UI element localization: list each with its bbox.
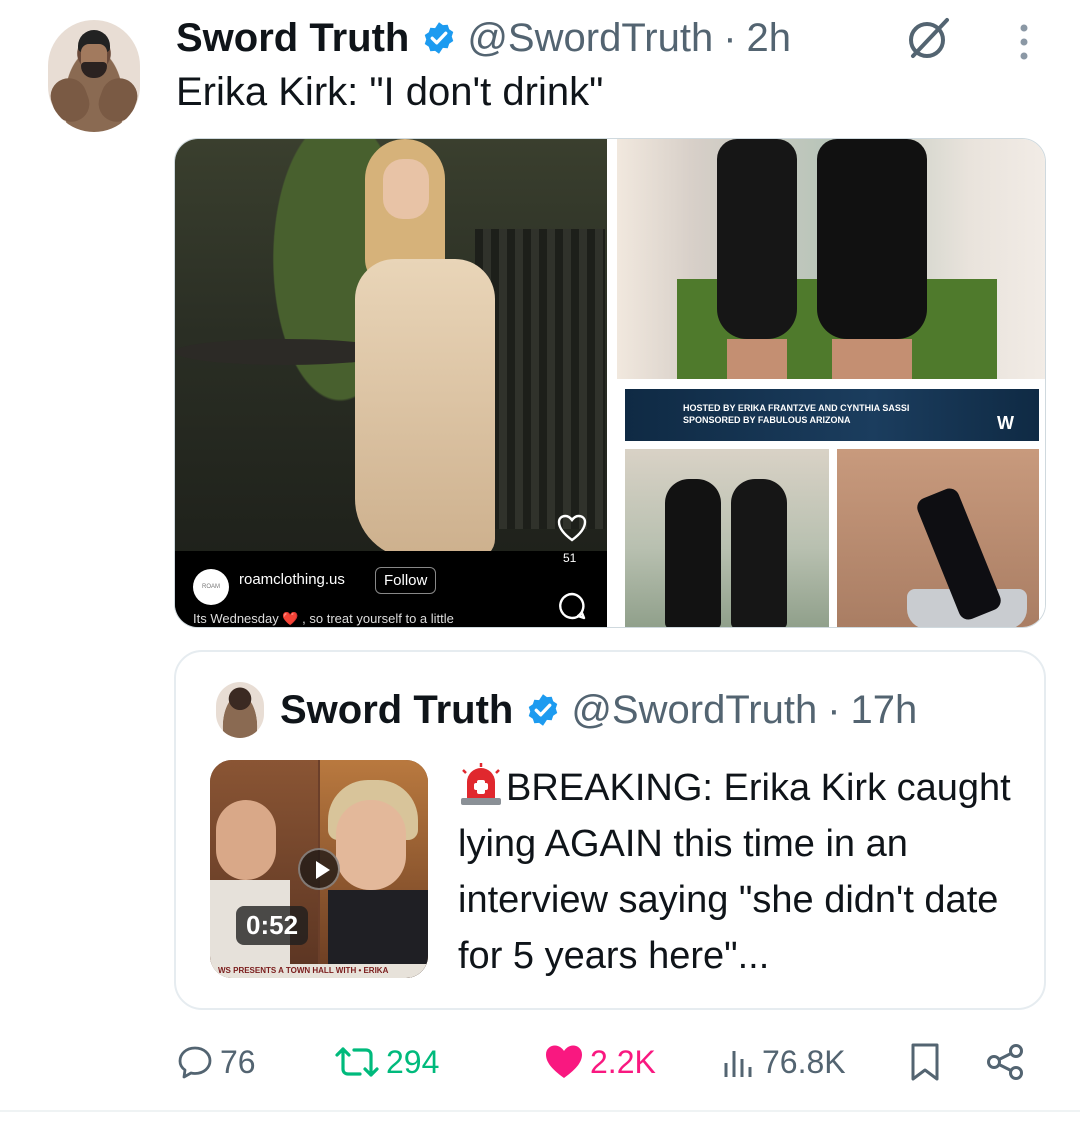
woman-dress xyxy=(355,259,495,559)
quoted-author-name: Sword Truth xyxy=(280,687,514,732)
quoted-text-body: BREAKING: Erika Kirk caught lying AGAIN … xyxy=(458,767,1011,977)
image-legs-2 xyxy=(832,339,912,379)
video-duration: 0:52 xyxy=(236,906,309,945)
views-count: 76.8K xyxy=(762,1043,846,1080)
views-icon xyxy=(724,1051,752,1077)
image-legs-1 xyxy=(727,339,787,379)
comment-icon xyxy=(559,592,586,620)
alarm-icon xyxy=(461,763,501,805)
reply-count: 76 xyxy=(220,1043,256,1080)
overlay-caption: Its Wednesday ❤️ , so treat yourself to … xyxy=(193,611,454,626)
author-avatar[interactable] xyxy=(48,20,140,132)
photo-person-2 xyxy=(731,479,787,627)
media-image-top-right[interactable] xyxy=(617,139,1045,379)
media-grid: ROAM roamclothing.us Follow Its Wednesda… xyxy=(174,138,1046,628)
quoted-header: Sword Truth @SwordTruth · 17h xyxy=(280,686,917,734)
reply-button[interactable]: 76 xyxy=(176,1034,256,1090)
bookmark-button[interactable] xyxy=(908,1034,948,1090)
feed-divider xyxy=(0,1110,1080,1112)
banner-logo: W xyxy=(997,413,1014,433)
banner-line-1: HOSTED BY ERIKA FRANTZVE AND CYNTHIA SAS… xyxy=(683,403,910,413)
roam-logo: ROAM xyxy=(193,569,229,605)
tweet-time[interactable]: 2h xyxy=(747,16,792,61)
heart-icon xyxy=(557,514,587,542)
share-icon xyxy=(987,1044,1023,1080)
quoted-separator: · xyxy=(827,687,841,732)
more-icon[interactable] xyxy=(1012,22,1036,62)
avatar-beard xyxy=(81,62,107,78)
event-banner: HOSTED BY ERIKA FRANTZVE AND CYNTHIA SAS… xyxy=(625,389,1039,441)
quoted-video-thumbnail[interactable]: 0:52 WS PRESENTS A TOWN HALL WITH • ERIK… xyxy=(210,760,428,978)
action-bar: 76 294 2.2K 76.8K xyxy=(176,1034,1046,1090)
retweet-button[interactable]: 294 xyxy=(334,1034,439,1090)
bookmark-icon xyxy=(911,1043,939,1081)
image-woman-2 xyxy=(817,139,927,339)
quoted-text: BREAKING: Erika Kirk caught lying AGAIN … xyxy=(458,760,1028,984)
media-image-bottom-right[interactable]: HOSTED BY ERIKA FRANTZVE AND CYNTHIA SAS… xyxy=(617,385,1045,627)
author-handle[interactable]: @SwordTruth xyxy=(467,16,713,61)
like-count: 2.2K xyxy=(590,1043,656,1080)
banner-line-2: SPONSORED BY FABULOUS ARIZONA xyxy=(683,415,851,425)
banner-photo-right xyxy=(837,449,1039,627)
overlay-account: roamclothing.us xyxy=(239,571,345,588)
avatar-arm-right xyxy=(93,73,140,127)
image-woman-1 xyxy=(717,139,797,339)
video-ticker: WS PRESENTS A TOWN HALL WITH • ERIKA xyxy=(210,964,428,978)
photo-person-1 xyxy=(665,479,721,627)
play-icon[interactable] xyxy=(298,848,340,890)
verified-badge-icon xyxy=(529,694,558,726)
woman-face xyxy=(383,159,429,219)
quoted-tweet[interactable]: Sword Truth @SwordTruth · 17h 0:52 WS PR… xyxy=(174,650,1046,1010)
avatar-arm-left xyxy=(48,73,95,127)
like-button[interactable]: 2.2K xyxy=(544,1034,656,1090)
tweet-header: Sword Truth @SwordTruth · 2h xyxy=(176,14,791,62)
retweet-icon xyxy=(335,1047,379,1077)
image-woman xyxy=(315,139,515,559)
reply-icon xyxy=(178,1046,212,1079)
tweet-text: Erika Kirk: "I don't drink" xyxy=(176,70,604,114)
overlay-likes-count: 51 xyxy=(563,551,577,565)
quoted-time: 17h xyxy=(850,687,918,732)
share-button[interactable] xyxy=(984,1034,1032,1090)
thumb-left-person-face xyxy=(216,800,276,880)
header-separator: · xyxy=(723,15,737,60)
thumb-right-person-face xyxy=(336,800,406,890)
retweet-count: 294 xyxy=(386,1043,440,1080)
grok-icon[interactable] xyxy=(905,14,953,62)
quoted-author-avatar xyxy=(216,682,264,738)
like-icon xyxy=(546,1045,582,1078)
quoted-handle: @SwordTruth xyxy=(571,687,818,732)
overlay-follow-button: Follow xyxy=(375,567,437,594)
author-name[interactable]: Sword Truth xyxy=(176,16,409,61)
views-button[interactable]: 76.8K xyxy=(722,1034,846,1090)
media-image-left[interactable]: ROAM roamclothing.us Follow Its Wednesda… xyxy=(175,139,607,627)
banner-photo-left xyxy=(625,449,829,627)
verified-badge-icon xyxy=(425,22,454,54)
